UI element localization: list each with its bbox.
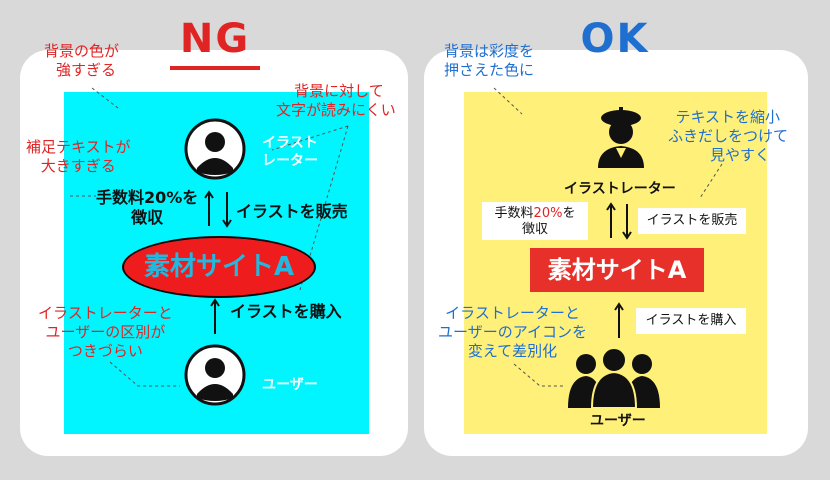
ok-leader-lines: [493, 87, 723, 387]
ok-site-box: 素材サイトA: [530, 248, 704, 292]
ok-fee-line2: 徴収: [521, 222, 548, 237]
arrow-up-icon: [606, 202, 616, 238]
user-group-icon: [568, 347, 660, 409]
ok-leader-bg: [493, 87, 523, 115]
ok-sell-bubble: イラストを販売: [638, 208, 746, 234]
ok-leader-bubble: [699, 163, 723, 199]
ok-fee-line: 手数料20%を: [482, 206, 588, 222]
ok-fee-prefix: 手数料: [494, 206, 534, 221]
illustrator-beret-icon: [598, 107, 644, 168]
ok-site-label: 素材サイトA: [547, 256, 687, 284]
ok-fee-bubble: 手数料20%を 徴収: [482, 202, 588, 240]
ok-fee-suffix: を: [562, 206, 576, 221]
arrow-down-icon: [622, 204, 632, 240]
ok-buy-text: イラストを購入: [645, 313, 737, 328]
arrow-up-icon: [614, 302, 624, 338]
ok-fee-percent: 20%: [533, 206, 563, 221]
ok-buy-bubble: イラストを購入: [636, 308, 746, 334]
ok-leader-icon: [513, 363, 566, 387]
ok-user-label: ユーザー: [590, 413, 646, 429]
ok-illustrator-label: イラストレーター: [564, 181, 676, 197]
ok-sell-text: イラストを販売: [646, 213, 738, 228]
